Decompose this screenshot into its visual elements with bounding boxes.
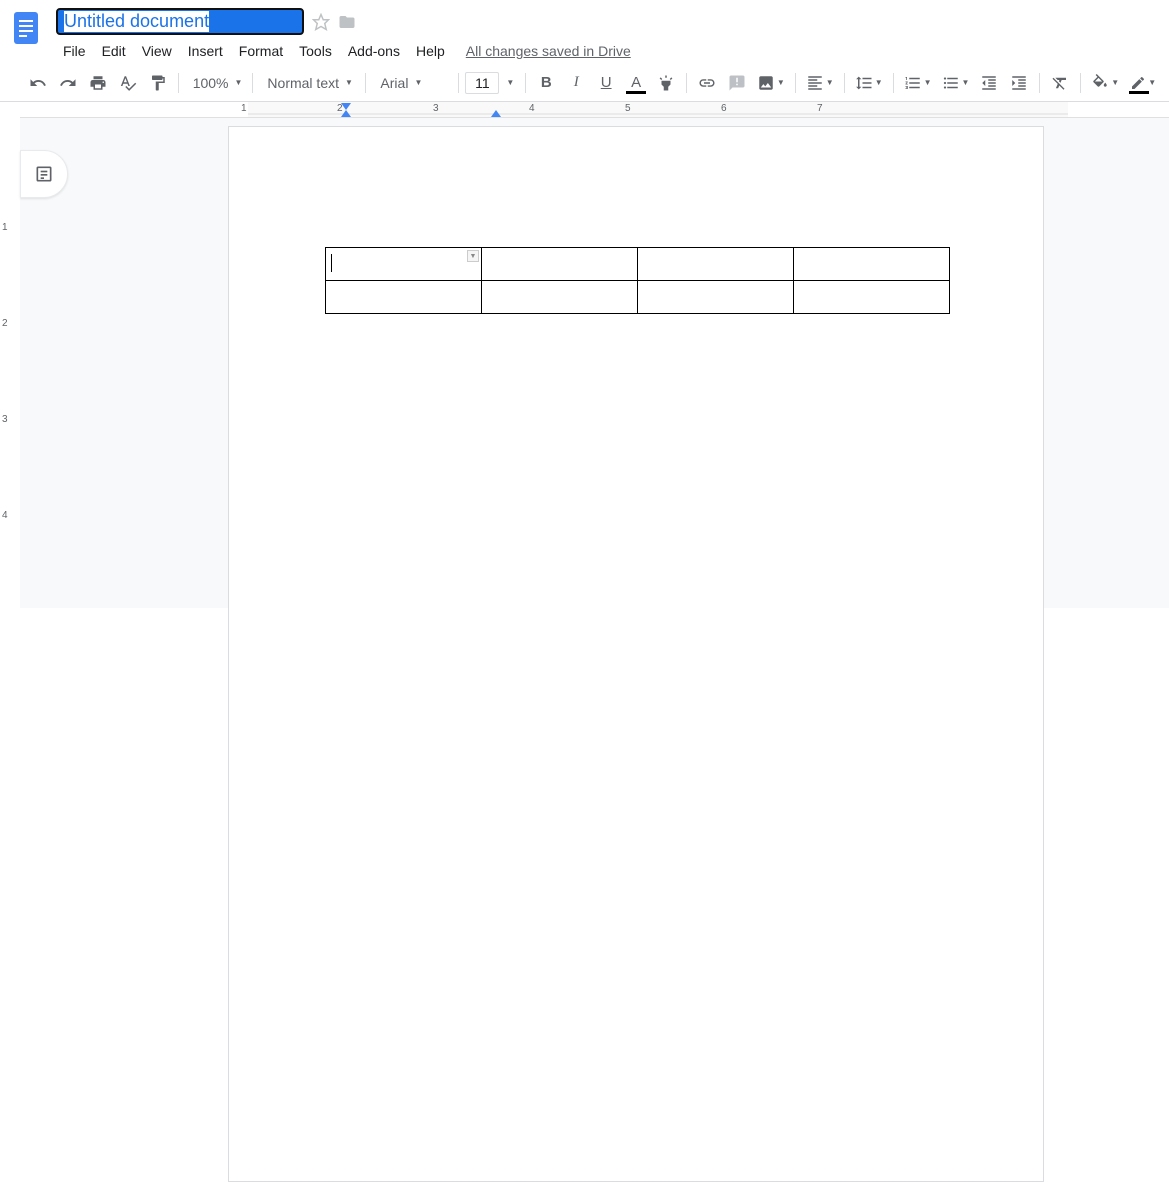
font-size-input[interactable]: 11	[465, 72, 499, 94]
table-cell[interactable]	[638, 248, 794, 281]
link-button[interactable]	[693, 69, 721, 97]
star-icon[interactable]	[312, 13, 330, 31]
increase-indent-button[interactable]	[1005, 69, 1033, 97]
separator	[365, 73, 366, 93]
separator	[525, 73, 526, 93]
text-color-button[interactable]: A	[622, 69, 650, 97]
separator	[1039, 73, 1040, 93]
underline-button[interactable]: U	[592, 69, 620, 97]
save-status[interactable]: All changes saved in Drive	[466, 43, 631, 59]
table-cell[interactable]	[794, 281, 950, 314]
indent-right-marker[interactable]	[490, 110, 502, 118]
table-row: ▼	[326, 248, 950, 281]
table-cell[interactable]	[794, 248, 950, 281]
menu-bar: File Edit View Insert Format Tools Add-o…	[56, 39, 1161, 63]
table-cell[interactable]: ▼	[326, 248, 482, 281]
title-area: File Edit View Insert Format Tools Add-o…	[56, 8, 1161, 63]
table-cell[interactable]	[482, 248, 638, 281]
indent-first-marker[interactable]	[340, 110, 352, 118]
align-button[interactable]: ▼	[802, 69, 838, 97]
ruler-horizontal[interactable]: 1 2 3 4 5 6 7	[20, 102, 1169, 118]
comment-button[interactable]	[723, 69, 751, 97]
menu-view[interactable]: View	[135, 39, 179, 63]
font-size-dropdown[interactable]: ▼	[501, 69, 519, 97]
separator	[844, 73, 845, 93]
clear-format-button[interactable]	[1046, 69, 1074, 97]
border-color-button[interactable]: ▼	[1125, 69, 1161, 97]
toolbar: 100%▼ Normal text▼ Arial▼ 11 ▼ B I U A ▼…	[0, 64, 1169, 102]
docs-logo[interactable]	[8, 8, 48, 48]
paint-format-button[interactable]	[144, 69, 172, 97]
decrease-indent-button[interactable]	[975, 69, 1003, 97]
cell-dropdown-icon[interactable]: ▼	[467, 250, 479, 262]
spellcheck-button[interactable]	[114, 69, 142, 97]
table-cell[interactable]	[482, 281, 638, 314]
table-row	[326, 281, 950, 314]
document-table[interactable]: ▼	[325, 247, 950, 314]
numbered-list-button[interactable]: ▼	[900, 69, 936, 97]
menu-insert[interactable]: Insert	[181, 39, 230, 63]
table-cell[interactable]	[326, 281, 482, 314]
document-title-input[interactable]	[56, 8, 304, 35]
separator	[686, 73, 687, 93]
menu-format[interactable]: Format	[232, 39, 290, 63]
redo-button[interactable]	[54, 69, 82, 97]
menu-tools[interactable]: Tools	[292, 39, 339, 63]
page[interactable]: ▼	[228, 126, 1044, 1182]
separator	[458, 73, 459, 93]
menu-file[interactable]: File	[56, 39, 93, 63]
menu-edit[interactable]: Edit	[95, 39, 133, 63]
font-select[interactable]: Arial▼	[372, 69, 452, 97]
print-button[interactable]	[84, 69, 112, 97]
header: File Edit View Insert Format Tools Add-o…	[0, 0, 1169, 64]
undo-button[interactable]	[24, 69, 52, 97]
separator	[1080, 73, 1081, 93]
zoom-select[interactable]: 100%▼	[185, 69, 247, 97]
separator	[178, 73, 179, 93]
bullet-list-button[interactable]: ▼	[938, 69, 974, 97]
italic-button[interactable]: I	[562, 69, 590, 97]
cell-fill-button[interactable]: ▼	[1087, 69, 1123, 97]
line-spacing-button[interactable]: ▼	[851, 69, 887, 97]
folder-icon[interactable]	[338, 13, 356, 31]
text-cursor	[331, 254, 332, 272]
document-area: 1 2 3 4 ▼	[0, 118, 1169, 608]
separator	[795, 73, 796, 93]
table-cell[interactable]	[638, 281, 794, 314]
menu-help[interactable]: Help	[409, 39, 452, 63]
image-button[interactable]: ▼	[753, 69, 789, 97]
bold-button[interactable]: B	[532, 69, 560, 97]
ruler-vertical[interactable]: 1 2 3 4	[0, 118, 20, 608]
separator	[252, 73, 253, 93]
highlight-button[interactable]	[652, 69, 680, 97]
outline-button[interactable]	[20, 150, 68, 198]
style-select[interactable]: Normal text▼	[259, 69, 359, 97]
menu-addons[interactable]: Add-ons	[341, 39, 407, 63]
separator	[893, 73, 894, 93]
